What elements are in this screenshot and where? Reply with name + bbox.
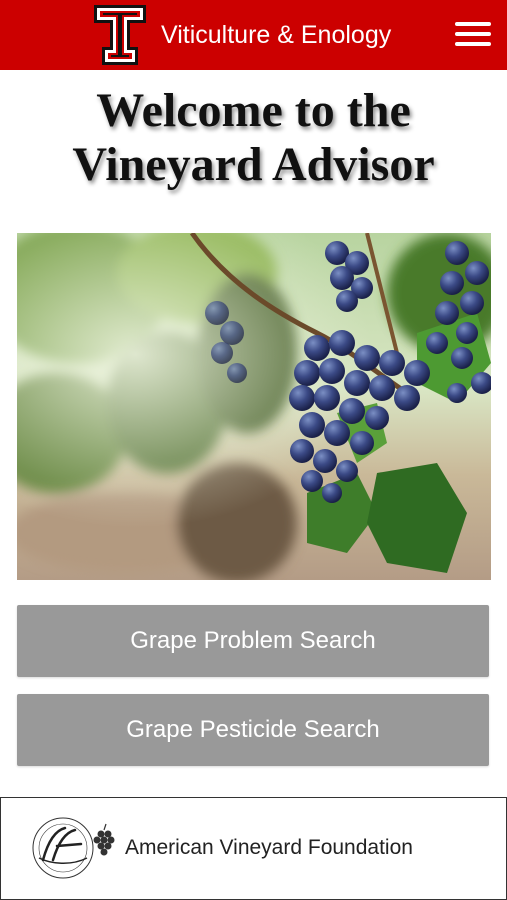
grape-cluster-vineyard-photo: [17, 233, 491, 580]
avf-seal-logo-icon: [32, 817, 115, 879]
welcome-line-2: Vineyard Advisor: [72, 138, 435, 191]
welcome-heading: Welcome to the Vineyard Advisor: [0, 84, 507, 192]
hamburger-menu-icon[interactable]: [455, 22, 493, 48]
hero-image: [17, 233, 491, 580]
grape-problem-search-button[interactable]: Grape Problem Search: [17, 605, 489, 677]
grape-pesticide-search-button[interactable]: Grape Pesticide Search: [17, 694, 489, 766]
footer-organization-name: American Vineyard Foundation: [125, 836, 413, 859]
app-title: Viticulture & Enology: [161, 21, 392, 49]
sponsor-footer[interactable]: American Vineyard Foundation: [0, 797, 507, 900]
app-header: Viticulture & Enology: [0, 0, 507, 70]
double-t-logo-icon[interactable]: [92, 3, 148, 67]
welcome-line-1: Welcome to the: [96, 84, 411, 137]
